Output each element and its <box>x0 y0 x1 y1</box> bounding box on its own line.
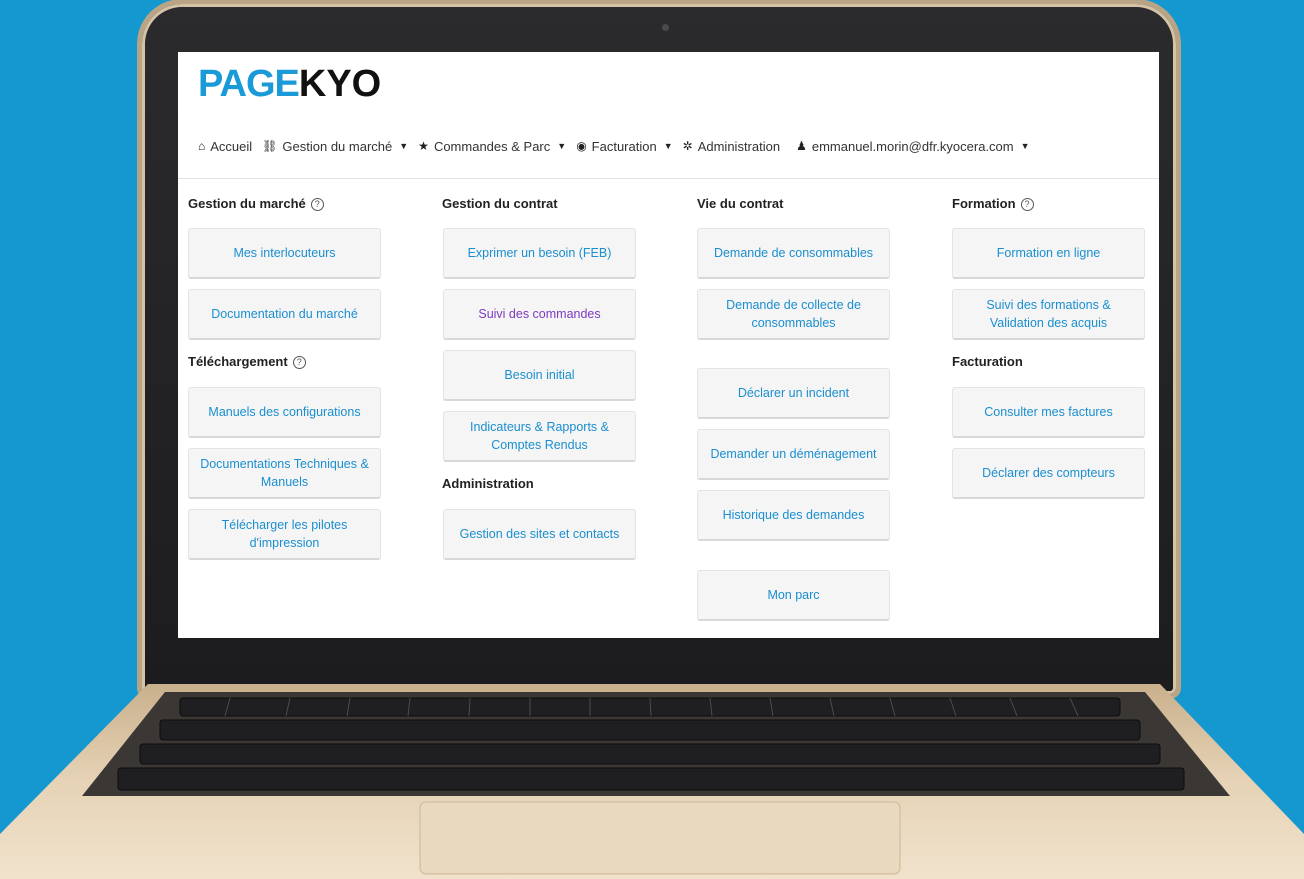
user-icon: ♟ <box>796 139 807 153</box>
tile-historique-demandes[interactable]: Historique des demandes <box>697 490 890 541</box>
section-title-telechargement: Téléchargement? <box>188 354 306 369</box>
nav-administration[interactable]: ✲ Administration <box>683 139 780 154</box>
logo-part-page: PAGE <box>198 63 300 105</box>
tile-mes-interlocuteurs[interactable]: Mes interlocuteurs <box>188 228 381 279</box>
section-title-text: Facturation <box>952 354 1023 369</box>
caret-down-icon: ▼ <box>1020 141 1030 151</box>
nav-user-email: emmanuel.morin@dfr.kyocera.com <box>811 138 1014 154</box>
home-icon: ⌂ <box>198 139 206 153</box>
nav-commandes-parc[interactable]: ★ Commandes & Parc ▼ <box>418 139 566 154</box>
tile-declarer-compteurs[interactable]: Déclarer des compteurs <box>952 448 1145 499</box>
tile-documentations-techniques[interactable]: Documentations Techniques & Manuels <box>188 448 381 499</box>
tile-declarer-incident[interactable]: Déclarer un incident <box>697 368 890 419</box>
tile-demande-collecte[interactable]: Demande de collecte de consommables <box>697 289 890 340</box>
caret-down-icon: ▼ <box>399 141 409 151</box>
caret-down-icon: ▼ <box>663 141 673 151</box>
nav-label: Administration <box>697 138 781 154</box>
logo-part-kyo: KYO <box>298 63 382 105</box>
tile-gestion-sites[interactable]: Gestion des sites et contacts <box>443 509 636 560</box>
nav-label: Accueil <box>210 138 253 154</box>
section-title-text: Gestion du contrat <box>442 196 558 211</box>
section-title-vie-contrat: Vie du contrat <box>697 196 783 211</box>
webcam <box>662 24 669 31</box>
section-title-gestion-marche: Gestion du marché? <box>188 196 324 211</box>
help-icon[interactable]: ? <box>1020 198 1034 211</box>
section-title-text: Vie du contrat <box>697 196 784 211</box>
help-icon[interactable]: ? <box>310 198 324 211</box>
eye-icon: ◉ <box>576 139 587 153</box>
nav-label: Commandes & Parc <box>433 138 551 154</box>
tile-indicateurs-rapports[interactable]: Indicateurs & Rapports & Comptes Rendus <box>443 411 636 462</box>
nav-user-menu[interactable]: ♟ emmanuel.morin@dfr.kyocera.com ▼ <box>796 139 1029 154</box>
tile-suivi-formations[interactable]: Suivi des formations & Validation des ac… <box>952 289 1145 340</box>
tile-suivi-commandes[interactable]: Suivi des commandes <box>443 289 636 340</box>
nav-facturation[interactable]: ◉ Facturation ▼ <box>576 139 672 154</box>
app-screen: PAGEKYO ⌂ Accueil ⛓ Gestion du marché ▼ … <box>178 52 1159 638</box>
tile-consulter-factures[interactable]: Consulter mes factures <box>952 387 1145 438</box>
caret-down-icon: ▼ <box>557 141 567 151</box>
keyboard-illustration <box>0 684 1304 879</box>
section-title-text: Téléchargement <box>188 354 288 369</box>
section-title-administration: Administration <box>442 476 534 491</box>
pagekyo-logo[interactable]: PAGEKYO <box>198 64 381 104</box>
tile-demande-consommables[interactable]: Demande de consommables <box>697 228 890 279</box>
tile-telecharger-pilotes[interactable]: Télécharger les pilotes d'impression <box>188 509 381 560</box>
tile-formation-en-ligne[interactable]: Formation en ligne <box>952 228 1145 279</box>
section-title-facturation: Facturation <box>952 354 1023 369</box>
tile-demander-demenagement[interactable]: Demander un déménagement <box>697 429 890 480</box>
section-title-gestion-contrat: Gestion du contrat <box>442 196 558 211</box>
nav-label: Gestion du marché <box>282 138 393 154</box>
tile-manuels-configurations[interactable]: Manuels des configurations <box>188 387 381 438</box>
link-icon: ⛓ <box>262 139 278 153</box>
section-title-text: Administration <box>442 476 534 491</box>
tile-exprimer-besoin[interactable]: Exprimer un besoin (FEB) <box>443 228 636 279</box>
star-icon: ★ <box>418 139 429 153</box>
nav-label: Facturation <box>591 138 657 154</box>
section-title-text: Gestion du marché <box>188 196 306 211</box>
nav-gestion-marche[interactable]: ⛓ Gestion du marché ▼ <box>262 139 408 154</box>
tile-mon-parc[interactable]: Mon parc <box>697 570 890 621</box>
section-title-text: Formation <box>952 196 1016 211</box>
main-navbar: ⌂ Accueil ⛓ Gestion du marché ▼ ★ Comman… <box>198 136 1040 156</box>
tile-documentation-marche[interactable]: Documentation du marché <box>188 289 381 340</box>
section-title-formation: Formation? <box>952 196 1034 211</box>
tile-besoin-initial[interactable]: Besoin initial <box>443 350 636 401</box>
nav-accueil[interactable]: ⌂ Accueil <box>198 139 252 154</box>
help-icon[interactable]: ? <box>292 356 306 369</box>
gear-icon: ✲ <box>682 139 693 153</box>
laptop-base <box>0 684 1304 879</box>
navbar-divider <box>178 178 1159 179</box>
